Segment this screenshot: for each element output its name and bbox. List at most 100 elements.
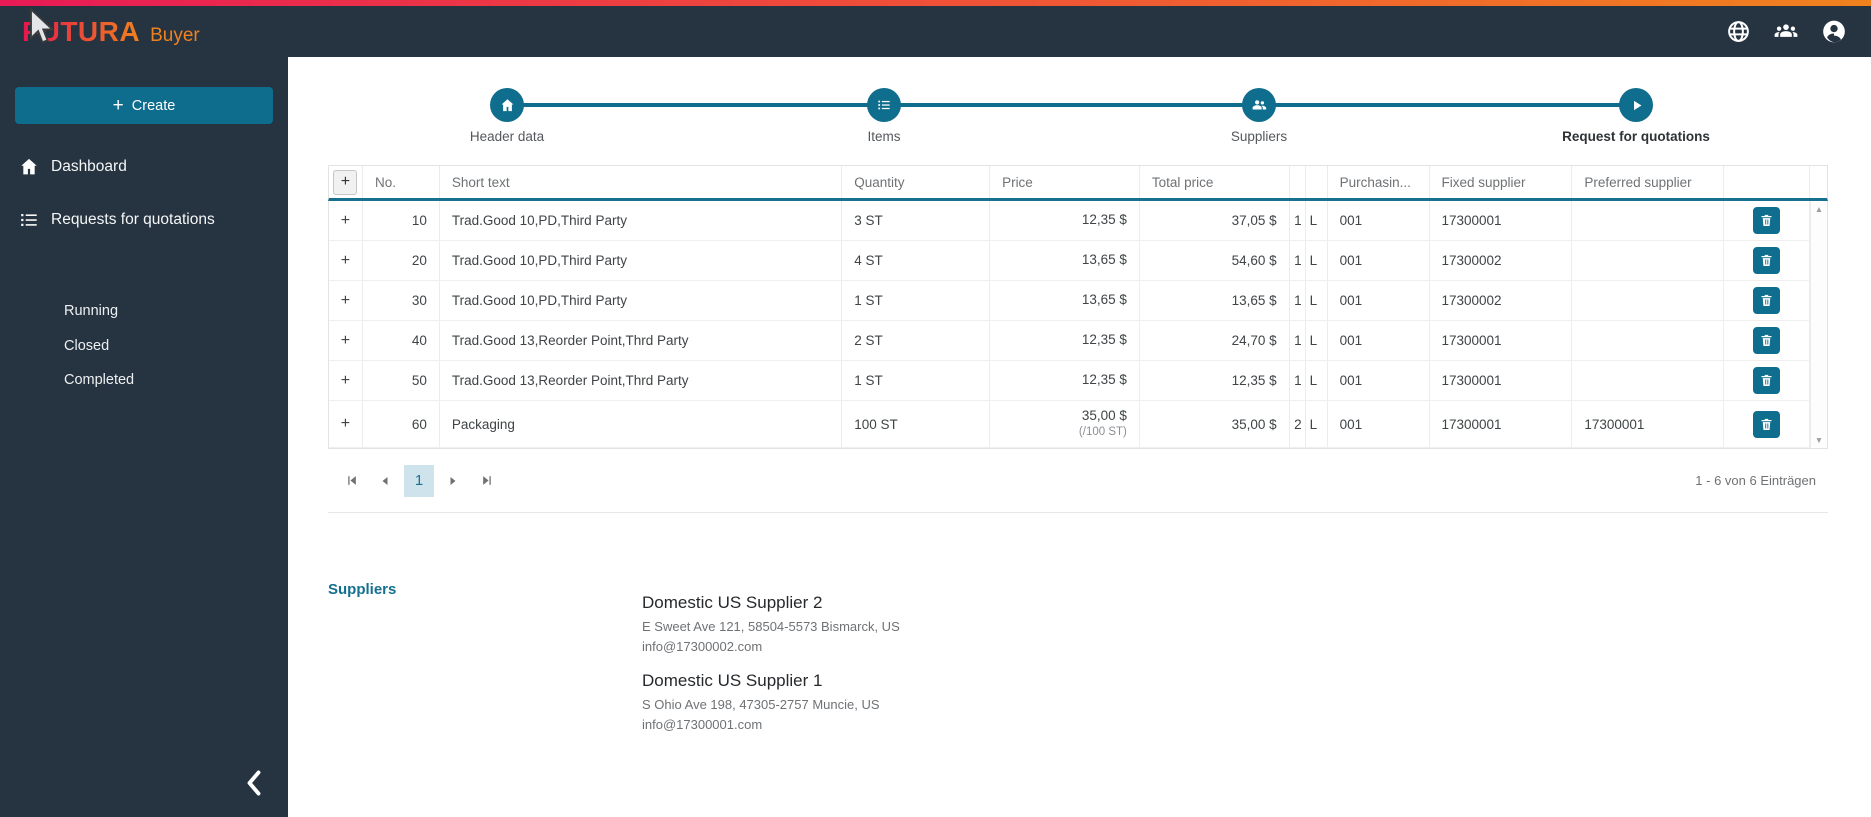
supplier-address: S Ohio Ave 198, 47305-2757 Muncie, US — [642, 697, 880, 713]
step-items-circle[interactable] — [867, 88, 901, 122]
brand-logo[interactable]: FUTURA Buyer — [22, 16, 200, 48]
chevron-left-icon — [247, 770, 261, 796]
step-header-data-circle[interactable] — [490, 88, 524, 122]
item-row-50[interactable]: +50 Trad.Good 13,Reorder Point,Thrd Party… — [329, 361, 1827, 401]
create-button[interactable]: + Create — [15, 87, 273, 124]
column-header-quantity[interactable]: Quantity — [842, 166, 991, 198]
sidebar: + Create Dashboard Requests for quotatio… — [0, 57, 288, 817]
sidebar-subitem-running[interactable]: Running — [0, 294, 288, 329]
supplier-name: Domestic US Supplier 2 — [642, 593, 823, 612]
trash-icon — [1761, 294, 1772, 306]
expand-row-button[interactable]: + — [329, 321, 363, 360]
sidebar-collapse-button[interactable] — [236, 765, 272, 801]
expand-row-button[interactable]: + — [329, 201, 363, 240]
column-header-short-text[interactable]: Short text — [440, 166, 843, 198]
item-row-10[interactable]: +10 Trad.Good 10,PD,Third Party 3 ST 12,35 … — [329, 201, 1827, 241]
row-short-text: Trad.Good 10,PD,Third Party — [440, 281, 843, 320]
step-suppliers-circle[interactable] — [1242, 88, 1276, 122]
delete-row-button[interactable] — [1753, 247, 1781, 274]
step-request-for-quotations-circle[interactable] — [1619, 88, 1653, 122]
scroll-up-icon[interactable]: ▲ — [1815, 205, 1823, 214]
row-preferred-supplier — [1572, 201, 1725, 240]
sidebar-subnav: Running Closed Completed — [0, 294, 288, 398]
item-row-60[interactable]: +60 Packaging 100 ST 35,00 $ (/100 ST) 35,00 … — [329, 401, 1827, 448]
sidebar-item-label: Requests for quotations — [51, 211, 215, 228]
row-no: 20 — [363, 241, 440, 280]
expand-row-button[interactable]: + — [329, 241, 363, 280]
delete-row-button[interactable] — [1753, 207, 1781, 234]
pagination-prev-button[interactable] — [370, 466, 400, 496]
sidebar-item-requests-for-quotations[interactable]: Requests for quotations — [0, 198, 288, 242]
pagination-summary: 1 - 6 von 6 Einträgen — [1695, 473, 1816, 488]
plus-icon: + — [340, 251, 351, 269]
delete-row-button[interactable] — [1753, 410, 1781, 438]
items-table-header: + No. Short text Quantity Price Total pr… — [328, 165, 1828, 201]
suppliers-section-title: Suppliers — [328, 581, 397, 598]
sidebar-subitem-closed[interactable]: Closed — [0, 329, 288, 364]
home-icon — [501, 98, 513, 111]
column-header-fixed-supplier[interactable]: Fixed supplier — [1430, 166, 1573, 198]
delete-row-button[interactable] — [1753, 367, 1781, 394]
row-preferred-supplier — [1572, 361, 1725, 400]
row-quantity: 100 ST — [842, 401, 991, 447]
expand-row-button[interactable]: + — [329, 361, 363, 400]
step-items: Items — [784, 88, 984, 144]
create-button-label: Create — [131, 97, 176, 114]
row-qty2: 1 — [1290, 321, 1306, 360]
row-no: 40 — [363, 321, 440, 360]
globe-icon[interactable] — [1725, 19, 1751, 45]
sidebar-subitem-completed[interactable]: Completed — [0, 363, 288, 398]
item-row-40[interactable]: +40 Trad.Good 13,Reorder Point,Thrd Party… — [329, 321, 1827, 361]
delete-row-button[interactable] — [1753, 327, 1781, 354]
supplier-item: Domestic US Supplier 2 E Sweet Ave 121, 5… — [642, 593, 900, 657]
plus-icon: + — [340, 371, 351, 389]
home-icon — [17, 156, 41, 178]
row-fixed-supplier: 17300001 — [1430, 201, 1573, 240]
expand-row-button[interactable]: + — [329, 401, 363, 447]
column-header-total-price[interactable]: Total price — [1140, 166, 1290, 198]
row-qty2: 1 — [1290, 201, 1306, 240]
delete-row-button[interactable] — [1753, 287, 1781, 314]
item-row-20[interactable]: +20 Trad.Good 10,PD,Third Party 4 ST 13,65 … — [329, 241, 1827, 281]
column-header-price[interactable]: Price — [990, 166, 1140, 198]
row-no: 50 — [363, 361, 440, 400]
step-suppliers: Suppliers — [1159, 88, 1359, 144]
add-item-button[interactable]: + — [333, 169, 358, 195]
trash-icon — [1761, 214, 1772, 226]
row-fixed-supplier: 17300002 — [1430, 241, 1573, 280]
column-header-no[interactable]: No. — [363, 166, 440, 198]
row-fixed-supplier: 17300001 — [1430, 401, 1573, 447]
pagination-last-button[interactable] — [472, 466, 502, 496]
pagination-next-button[interactable] — [438, 466, 468, 496]
step-label: Suppliers — [1230, 129, 1288, 144]
plus-icon: + — [340, 415, 351, 432]
row-price: 13,65 $ — [990, 241, 1140, 280]
row-quantity: 1 ST — [842, 361, 991, 400]
row-total-price: 12,35 $ — [1140, 361, 1290, 400]
row-qty2: 2 — [1290, 401, 1306, 447]
column-header-purchasing[interactable]: Purchasin... — [1328, 166, 1430, 198]
prev-page-icon — [382, 476, 388, 485]
step-header-data: Header data — [407, 88, 607, 144]
step-label: Items — [867, 129, 901, 144]
table-vertical-scrollbar[interactable]: ▲ ▼ — [1810, 201, 1827, 448]
pagination-current-page[interactable]: 1 — [404, 464, 434, 497]
scroll-down-icon[interactable]: ▼ — [1815, 435, 1823, 445]
column-header-actions — [1724, 166, 1811, 198]
row-actions — [1724, 201, 1811, 240]
pagination-first-button[interactable] — [336, 466, 366, 496]
column-header-preferred-supplier[interactable]: Preferred supplier — [1572, 166, 1725, 198]
row-preferred-supplier — [1572, 281, 1725, 320]
row-total-price: 54,60 $ — [1140, 241, 1290, 280]
row-price: 13,65 $ — [990, 281, 1140, 320]
stepper-line — [507, 103, 1636, 107]
people-group-icon[interactable] — [1773, 19, 1799, 45]
expand-row-button[interactable]: + — [329, 281, 363, 320]
row-no: 60 — [363, 401, 440, 447]
sidebar-item-dashboard[interactable]: Dashboard — [0, 145, 288, 189]
row-quantity: 1 ST — [842, 281, 991, 320]
row-actions — [1724, 241, 1811, 280]
row-price: 12,35 $ — [990, 321, 1140, 360]
account-icon[interactable] — [1821, 19, 1847, 45]
item-row-30[interactable]: +30 Trad.Good 10,PD,Third Party 1 ST 13,65 … — [329, 281, 1827, 321]
